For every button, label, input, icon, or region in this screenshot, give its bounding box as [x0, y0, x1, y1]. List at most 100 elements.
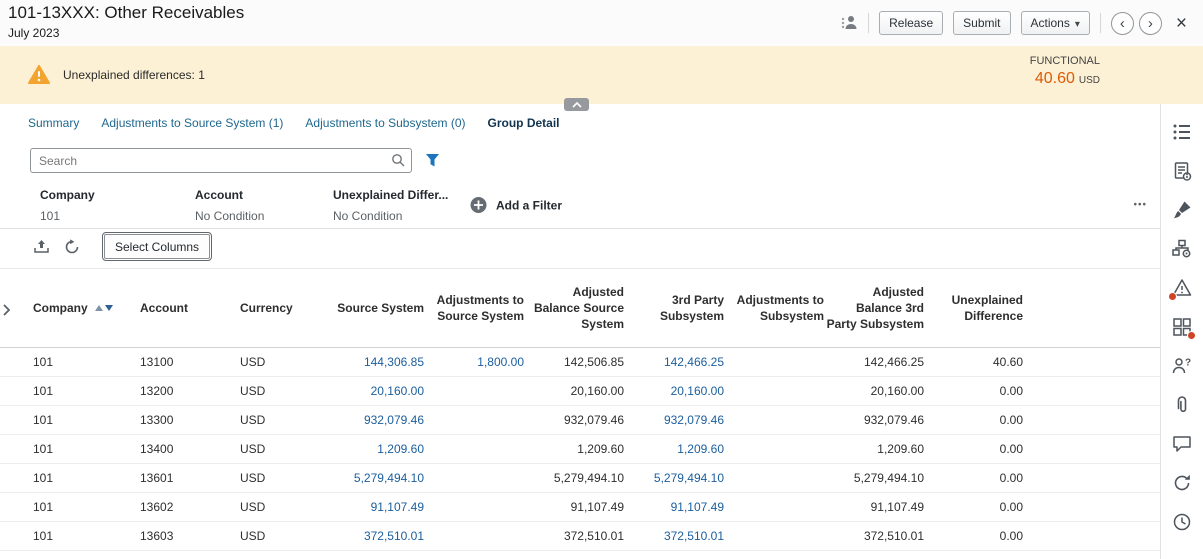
column-header-account[interactable]: Account	[140, 269, 240, 347]
cell-currency: USD	[240, 521, 320, 550]
column-header-unexplained-difference[interactable]: Unexplained Difference	[924, 269, 1023, 347]
select-columns-button[interactable]: Select Columns	[104, 234, 210, 259]
previous-button[interactable]: ‹	[1111, 12, 1134, 35]
cell-3rd-party-subsystem: 932,079.46	[624, 405, 724, 434]
search-icon[interactable]	[391, 153, 405, 172]
source-system-link[interactable]: 5,279,494.10	[354, 471, 424, 485]
column-header-3rd-party-subsystem[interactable]: 3rd Party Subsystem	[624, 269, 724, 347]
comments-icon[interactable]	[1171, 433, 1193, 455]
subsystem-link[interactable]: 5,279,494.10	[654, 471, 724, 485]
workflow-hierarchy-icon[interactable]	[1171, 238, 1193, 260]
cell-3rd-party-subsystem: 5,279,494.10	[624, 463, 724, 492]
sort-descending-icon[interactable]	[105, 305, 113, 311]
release-button[interactable]: Release	[879, 11, 943, 35]
search-input[interactable]	[30, 148, 412, 173]
filter-bar: Company 101 Account No Condition Unexpla…	[0, 182, 1160, 229]
tab-bar: Summary Adjustments to Source System (1)…	[28, 116, 560, 130]
cell-adjustments-to-source-system	[424, 463, 524, 492]
plus-circle-icon	[470, 197, 487, 214]
source-system-link[interactable]: 91,107.49	[371, 500, 424, 514]
column-header-source-system[interactable]: Source System	[320, 269, 424, 347]
filler-cell	[1023, 463, 1160, 492]
next-button[interactable]: ›	[1139, 12, 1162, 35]
cell-adjustments-to-source-system	[424, 376, 524, 405]
table-row: 101 13603 USD 372,510.01 372,510.01 372,…	[0, 521, 1160, 550]
source-system-link[interactable]: 372,510.01	[364, 529, 424, 543]
source-system-link[interactable]: 20,160.00	[371, 384, 424, 398]
refresh-icon[interactable]	[64, 239, 80, 255]
filler-cell	[1023, 492, 1160, 521]
cell-source-system: 1,209.60	[320, 434, 424, 463]
cell-adjusted-balance-source-system: 142,506.85	[524, 347, 624, 376]
cell-account: 13602	[140, 492, 240, 521]
right-rail: ?	[1160, 104, 1203, 559]
filter-chip-account[interactable]: Account No Condition	[195, 188, 264, 223]
cell-adjusted-balance-source-system: 91,107.49	[524, 492, 624, 521]
cell-account: 13601	[140, 463, 240, 492]
column-header-adjustments-to-subsystem[interactable]: Adjustments to Subsystem	[724, 269, 824, 347]
history-clock-icon[interactable]	[1171, 511, 1193, 533]
subsystem-link[interactable]: 20,160.00	[671, 384, 724, 398]
column-header-adjustments-to-source-system[interactable]: Adjustments to Source System	[424, 269, 524, 347]
actions-button[interactable]: Actions▾	[1021, 11, 1090, 35]
cell-account: 13400	[140, 434, 240, 463]
subsystem-link[interactable]: 142,466.25	[664, 355, 724, 369]
column-header-adjusted-balance-3rd-party-subsystem[interactable]: Adjusted Balance 3rd Party Subsystem	[824, 269, 924, 347]
filter-overflow-menu[interactable]: •••	[1133, 200, 1147, 211]
instructions-icon[interactable]	[1171, 160, 1193, 182]
source-system-link[interactable]: 144,306.85	[364, 355, 424, 369]
column-header-currency[interactable]: Currency	[240, 269, 320, 347]
filter-chip-company[interactable]: Company 101	[40, 188, 95, 223]
filler-cell	[1023, 405, 1160, 434]
tab-adjustments-source[interactable]: Adjustments to Source System (1)	[101, 116, 283, 130]
properties-list-icon[interactable]	[1171, 121, 1193, 143]
add-filter-label: Add a Filter	[496, 198, 562, 212]
cell-adjusted-balance-3rd-party-subsystem: 142,466.25	[824, 347, 924, 376]
column-header-company[interactable]: Company	[0, 269, 140, 347]
cell-source-system: 932,079.46	[320, 405, 424, 434]
cell-adjusted-balance-3rd-party-subsystem: 932,079.46	[824, 405, 924, 434]
sort-icons	[95, 305, 113, 311]
subsystem-link[interactable]: 91,107.49	[671, 500, 724, 514]
tasks-tiles-icon[interactable]	[1171, 316, 1193, 338]
adjustments-source-link[interactable]: 1,800.00	[477, 355, 524, 369]
filter-chip-unexplained-difference[interactable]: Unexplained Differ... No Condition	[333, 188, 448, 223]
table-row: 101 13300 USD 932,079.46 932,079.46 932,…	[0, 405, 1160, 434]
record-navigation: ‹ ›	[1111, 12, 1162, 35]
search-row	[30, 148, 440, 173]
source-system-link[interactable]: 1,209.60	[377, 442, 424, 456]
separator	[1100, 13, 1101, 33]
subsystem-link[interactable]: 372,510.01	[664, 529, 724, 543]
submit-button[interactable]: Submit	[953, 11, 1010, 35]
prior-reconciliations-icon[interactable]	[1171, 472, 1193, 494]
search-box	[30, 148, 412, 173]
add-filter-button[interactable]: Add a Filter	[470, 197, 562, 214]
cell-adjustments-to-subsystem	[724, 376, 824, 405]
subsystem-link[interactable]: 1,209.60	[677, 442, 724, 456]
source-system-link[interactable]: 932,079.46	[364, 413, 424, 427]
column-header-adjusted-balance-source-system[interactable]: Adjusted Balance Source System	[524, 269, 624, 347]
tab-adjustments-subsystem[interactable]: Adjustments to Subsystem (0)	[305, 116, 465, 130]
collapse-banner-button[interactable]	[564, 98, 589, 111]
header-actions: Release Submit Actions▾ ‹ › ×	[840, 11, 1187, 35]
export-icon[interactable]	[33, 239, 50, 255]
cell-unexplained-difference: 0.00	[924, 463, 1023, 492]
cell-adjusted-balance-source-system: 372,510.01	[524, 521, 624, 550]
filter-funnel-icon[interactable]	[425, 153, 440, 168]
collaborators-icon[interactable]	[840, 14, 858, 32]
tab-group-detail[interactable]: Group Detail	[487, 116, 559, 130]
cell-unexplained-difference: 0.00	[924, 492, 1023, 521]
cell-currency: USD	[240, 492, 320, 521]
page-title: 101-13XXX: Other Receivables	[8, 3, 244, 23]
attachments-icon[interactable]	[1171, 394, 1193, 416]
close-icon[interactable]: ×	[1176, 14, 1187, 33]
tab-summary[interactable]: Summary	[28, 116, 79, 130]
sort-ascending-icon[interactable]	[95, 305, 103, 311]
subsystem-link[interactable]: 932,079.46	[664, 413, 724, 427]
questions-icon[interactable]: ?	[1171, 355, 1193, 377]
format-brush-icon[interactable]	[1171, 199, 1193, 221]
filler-cell	[1023, 521, 1160, 550]
cell-unexplained-difference: 0.00	[924, 521, 1023, 550]
cell-currency: USD	[240, 347, 320, 376]
warnings-icon[interactable]	[1171, 277, 1193, 299]
